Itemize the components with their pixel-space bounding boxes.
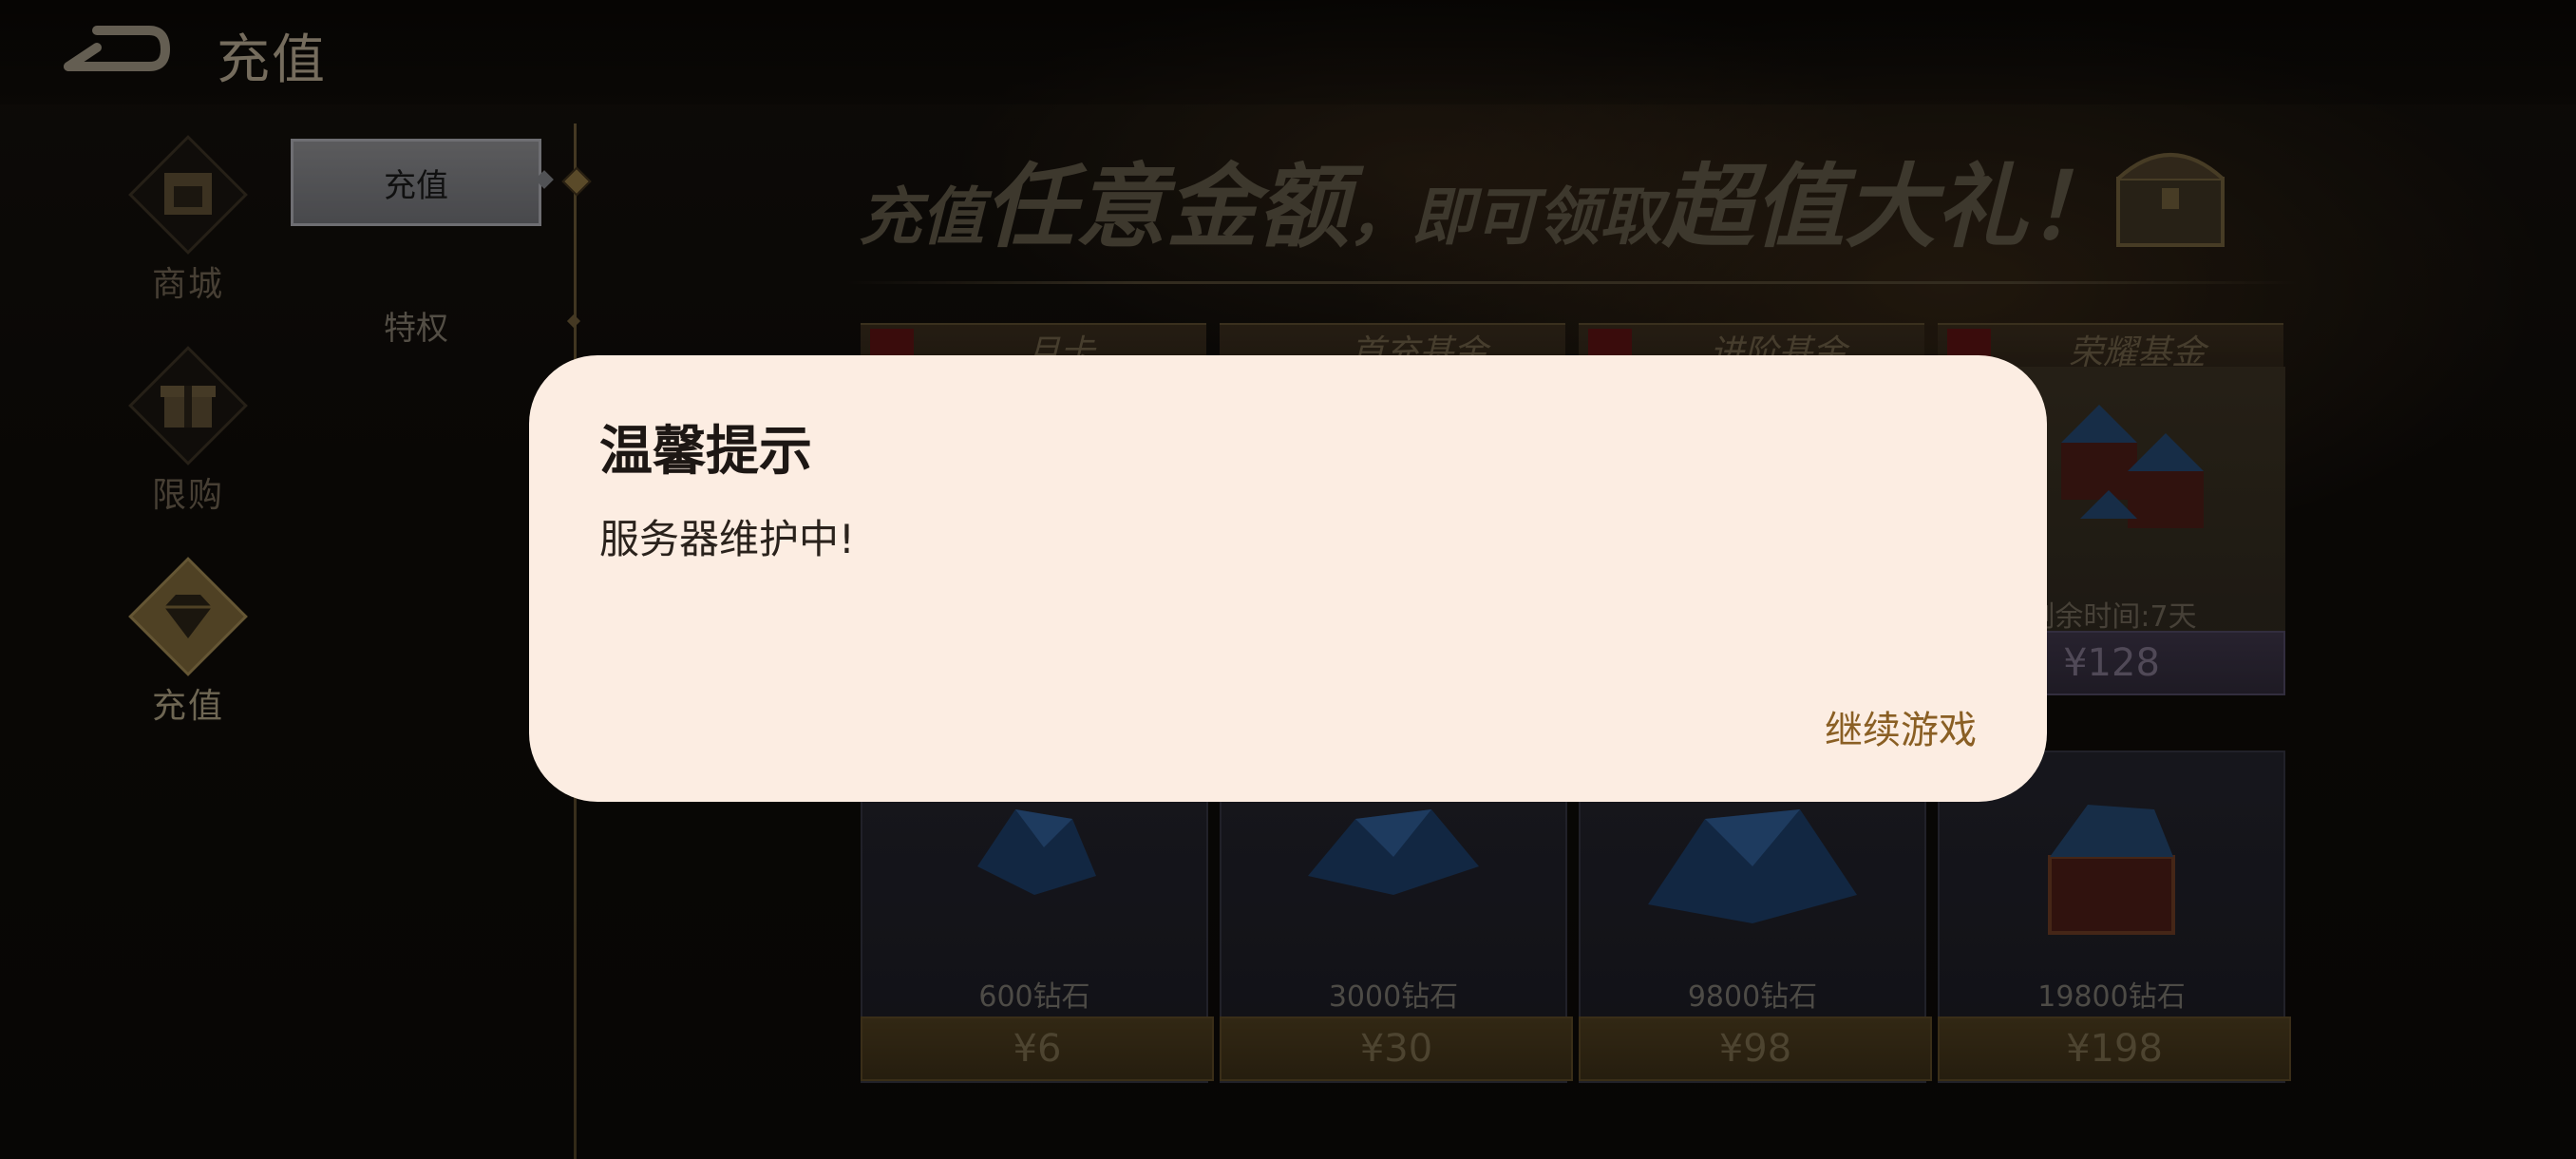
dialog-message: 服务器维护中! [599, 516, 855, 562]
game-screen: 充值 商城 限购 充值 充值 特权 充值任意金额，即可领取超值大礼！ 月卡 首充… [0, 0, 2576, 1159]
dialog-title: 温馨提示 [599, 421, 812, 483]
notice-dialog: 温馨提示 服务器维护中! 继续游戏 [529, 355, 2047, 802]
continue-game-button[interactable]: 继续游戏 [1825, 699, 1977, 754]
